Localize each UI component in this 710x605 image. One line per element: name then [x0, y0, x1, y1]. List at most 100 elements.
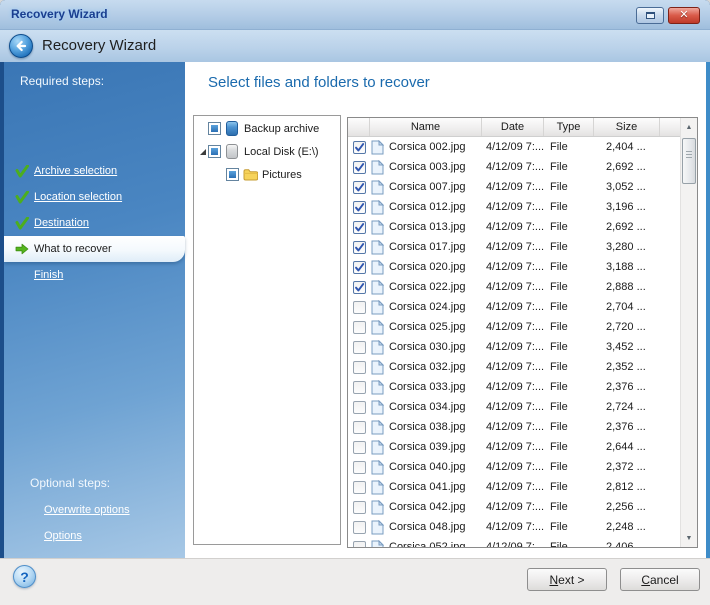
file-icon: [370, 439, 385, 455]
file-type: File: [544, 281, 594, 293]
vertical-scrollbar[interactable]: ▲ ▼: [680, 118, 697, 547]
row-checkbox[interactable]: [353, 481, 366, 494]
table-row[interactable]: Corsica 033.jpg4/12/09 7:...File2,376 ..…: [348, 377, 680, 397]
row-checkbox[interactable]: [353, 241, 366, 254]
sidebar-item-finish[interactable]: Finish: [4, 262, 185, 288]
table-row[interactable]: Corsica 022.jpg4/12/09 7:...File2,888 ..…: [348, 277, 680, 297]
file-date: 4/12/09 7:...: [482, 541, 544, 547]
column-header-size[interactable]: Size: [594, 118, 660, 136]
file-type: File: [544, 141, 594, 153]
table-row[interactable]: Corsica 012.jpg4/12/09 7:...File3,196 ..…: [348, 197, 680, 217]
file-name: Corsica 042.jpg: [389, 501, 465, 513]
table-row[interactable]: Corsica 052.jpg4/12/09 7:...File2,406 ..…: [348, 537, 680, 547]
row-checkbox[interactable]: [353, 441, 366, 454]
table-row[interactable]: Corsica 038.jpg4/12/09 7:...File2,376 ..…: [348, 417, 680, 437]
table-row[interactable]: Corsica 040.jpg4/12/09 7:...File2,372 ..…: [348, 457, 680, 477]
row-checkbox[interactable]: [353, 461, 366, 474]
check-icon: [12, 217, 32, 230]
table-row[interactable]: Corsica 013.jpg4/12/09 7:...File2,692 ..…: [348, 217, 680, 237]
archive-icon: [224, 121, 240, 137]
row-checkbox[interactable]: [353, 201, 366, 214]
row-checkbox[interactable]: [353, 161, 366, 174]
table-row[interactable]: Corsica 041.jpg4/12/09 7:...File2,812 ..…: [348, 477, 680, 497]
column-header-name[interactable]: Name: [370, 118, 482, 136]
optional-steps-label: Optional steps:: [30, 476, 110, 490]
table-row[interactable]: Corsica 017.jpg4/12/09 7:...File3,280 ..…: [348, 237, 680, 257]
file-size: 3,452 ...: [594, 341, 660, 353]
column-header-date[interactable]: Date: [482, 118, 544, 136]
table-row[interactable]: Corsica 024.jpg4/12/09 7:...File2,704 ..…: [348, 297, 680, 317]
table-row[interactable]: Corsica 025.jpg4/12/09 7:...File2,720 ..…: [348, 317, 680, 337]
row-checkbox[interactable]: [353, 261, 366, 274]
row-checkbox[interactable]: [353, 421, 366, 434]
sidebar-item-what-to-recover[interactable]: What to recover: [4, 236, 185, 262]
tree-expander-icon[interactable]: [198, 148, 208, 156]
file-type: File: [544, 481, 594, 493]
file-size: 2,256 ...: [594, 501, 660, 513]
file-icon: [370, 179, 385, 195]
help-button[interactable]: ?: [13, 565, 36, 588]
required-steps-label: Required steps:: [20, 74, 104, 88]
file-table-body: Corsica 002.jpg4/12/09 7:...File2,404 ..…: [348, 137, 680, 547]
file-date: 4/12/09 7:...: [482, 141, 544, 153]
row-checkbox[interactable]: [353, 141, 366, 154]
scroll-down-icon[interactable]: ▼: [681, 530, 697, 546]
sidebar-item-archive-selection[interactable]: Archive selection: [4, 158, 185, 184]
row-checkbox[interactable]: [353, 381, 366, 394]
column-header-extra: [660, 118, 680, 136]
row-checkbox[interactable]: [353, 221, 366, 234]
file-icon: [370, 299, 385, 315]
titlebar: Recovery Wizard ✕: [0, 0, 710, 30]
table-row[interactable]: Corsica 002.jpg4/12/09 7:...File2,404 ..…: [348, 137, 680, 157]
row-checkbox[interactable]: [353, 501, 366, 514]
window-title: Recovery Wizard: [11, 7, 108, 21]
table-row[interactable]: Corsica 032.jpg4/12/09 7:...File2,352 ..…: [348, 357, 680, 377]
tree-checkbox-partial[interactable]: [208, 145, 221, 158]
sidebar-item-options[interactable]: Options: [44, 530, 82, 542]
row-checkbox[interactable]: [353, 321, 366, 334]
scroll-up-icon[interactable]: ▲: [681, 119, 697, 135]
row-checkbox[interactable]: [353, 181, 366, 194]
table-row[interactable]: Corsica 048.jpg4/12/09 7:...File2,248 ..…: [348, 517, 680, 537]
row-checkbox[interactable]: [353, 521, 366, 534]
file-date: 4/12/09 7:...: [482, 221, 544, 233]
sidebar-item-location-selection[interactable]: Location selection: [4, 184, 185, 210]
table-row[interactable]: Corsica 007.jpg4/12/09 7:...File3,052 ..…: [348, 177, 680, 197]
file-type: File: [544, 501, 594, 513]
table-row[interactable]: Corsica 042.jpg 4/12/09 7:...File2,256 ..…: [348, 497, 680, 517]
tree-item-pictures[interactable]: Pictures: [194, 164, 340, 185]
file-date: 4/12/09 7:...: [482, 501, 544, 513]
scrollbar-thumb[interactable]: [682, 138, 696, 184]
table-row[interactable]: Corsica 020.jpg4/12/09 7:...File3,188 ..…: [348, 257, 680, 277]
cancel-button[interactable]: Cancel: [620, 568, 700, 591]
tree-item-local-disk[interactable]: Local Disk (E:\): [194, 141, 340, 162]
tree-item-backup-archive[interactable]: Backup archive: [194, 118, 340, 139]
row-checkbox[interactable]: [353, 361, 366, 374]
row-checkbox[interactable]: [353, 401, 366, 414]
restore-button[interactable]: [636, 7, 664, 24]
back-arrow-icon: [13, 38, 29, 54]
column-header-check[interactable]: [348, 118, 370, 136]
column-header-type[interactable]: Type: [544, 118, 594, 136]
file-size: 2,352 ...: [594, 361, 660, 373]
file-type: File: [544, 421, 594, 433]
table-row[interactable]: Corsica 003.jpg4/12/09 7:...File2,692 ..…: [348, 157, 680, 177]
table-row[interactable]: Corsica 034.jpg4/12/09 7:...File2,724 ..…: [348, 397, 680, 417]
file-name: Corsica 024.jpg: [389, 301, 465, 313]
next-button[interactable]: Next >: [527, 568, 607, 591]
row-checkbox[interactable]: [353, 541, 366, 548]
sidebar-item-destination[interactable]: Destination: [4, 210, 185, 236]
row-checkbox[interactable]: [353, 301, 366, 314]
back-button[interactable]: [9, 34, 33, 58]
file-type: File: [544, 461, 594, 473]
tree-checkbox-partial[interactable]: [226, 168, 239, 181]
row-checkbox[interactable]: [353, 281, 366, 294]
file-icon: [370, 339, 385, 355]
tree-checkbox-partial[interactable]: [208, 122, 221, 135]
table-row[interactable]: Corsica 039.jpg4/12/09 7:...File2,644 ..…: [348, 437, 680, 457]
row-checkbox[interactable]: [353, 341, 366, 354]
close-button[interactable]: ✕: [668, 7, 700, 24]
file-type: File: [544, 301, 594, 313]
sidebar-item-overwrite-options[interactable]: Overwrite options: [44, 504, 130, 516]
table-row[interactable]: Corsica 030.jpg4/12/09 7:...File3,452 ..…: [348, 337, 680, 357]
